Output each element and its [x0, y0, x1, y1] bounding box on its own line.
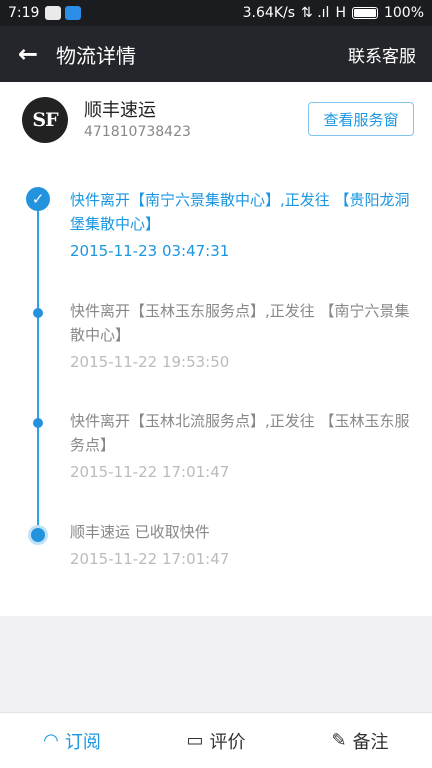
event-desc: 快件离开【玉林北流服务点】,正发往 【玉林玉东服务点】: [70, 412, 410, 454]
event-time: 2015-11-22 17:01:47: [70, 463, 230, 481]
back-arrow-icon[interactable]: ←: [0, 26, 56, 82]
net-speed: 3.64K/s: [242, 5, 296, 21]
timeline-event: 快件离开【玉林玉东服务点】,正发往 【南宁六景集散中心】 2015-11-22 …: [70, 299, 410, 374]
timeline-event: 快件离开【玉林北流服务点】,正发往 【玉林玉东服务点】 2015-11-22 1…: [70, 409, 410, 484]
courier-info: SF 顺丰速运 471810738423 查看服务窗: [0, 82, 432, 157]
battery-level: 100%: [383, 5, 424, 21]
status-bar: 7:19 3.64K/s ⇅ .ıl H 100%: [0, 0, 432, 26]
courier-name: 顺丰速运: [84, 100, 156, 121]
review-label: 评价: [209, 731, 246, 753]
network-type: H: [335, 5, 346, 21]
subscribe-tab[interactable]: ◠ 订阅: [0, 728, 144, 754]
courier-logo: SF: [22, 97, 68, 143]
edit-icon: ✎: [331, 730, 347, 751]
qq-icon: [45, 6, 62, 20]
page-title: 物流详情: [56, 43, 136, 68]
message-icon: [65, 6, 82, 20]
check-icon: ✓: [26, 187, 50, 211]
service-window-button[interactable]: 查看服务窗: [308, 102, 414, 136]
note-label: 备注: [352, 731, 389, 753]
event-desc: 快件离开【玉林玉东服务点】,正发往 【南宁六景集散中心】: [70, 302, 410, 344]
subscribe-label: 订阅: [64, 731, 101, 753]
contact-service-button[interactable]: 联系客服: [348, 42, 416, 67]
timeline-dot: [33, 308, 43, 318]
title-bar: ← 物流详情 联系客服: [0, 26, 432, 82]
timeline-event: 顺丰速运 已收取快件 2015-11-22 17:01:47: [70, 520, 410, 571]
bottom-bar: ◠ 订阅 ▭ 评价 ✎ 备注: [0, 712, 432, 768]
timeline-dot-origin: [31, 528, 45, 542]
review-tab[interactable]: ▭ 评价: [144, 728, 288, 754]
timeline-event: 快件离开【南宁六景集散中心】,正发往 【贵阳龙洞堡集散中心】 2015-11-2…: [70, 188, 410, 263]
event-desc: 快件离开【南宁六景集散中心】,正发往 【贵阳龙洞堡集散中心】: [70, 191, 410, 233]
note-tab[interactable]: ✎ 备注: [288, 728, 432, 754]
tracking-number: 471810738423: [84, 124, 191, 140]
tracking-card: SF 顺丰速运 471810738423 查看服务窗 ✓ 快件离开【南宁六景集散…: [0, 82, 432, 616]
timeline-dot: [33, 418, 43, 428]
signal-icon: ⇅ .ıl: [301, 5, 330, 21]
status-time: 7:19: [8, 5, 40, 21]
comment-icon: ▭: [186, 730, 204, 751]
battery-icon: [351, 7, 378, 19]
event-time: 2015-11-22 17:01:47: [70, 550, 230, 568]
event-time: 2015-11-22 19:53:50: [70, 353, 230, 371]
rss-icon: ◠: [43, 730, 59, 751]
event-desc: 顺丰速运 已收取快件: [70, 523, 210, 541]
event-time: 2015-11-23 03:47:31: [70, 242, 230, 260]
timeline-line: [37, 199, 39, 535]
